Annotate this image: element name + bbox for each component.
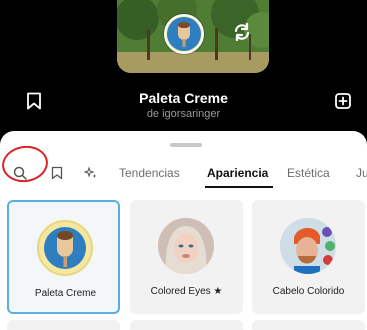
tab-apariencia[interactable]: Apariencia (207, 166, 268, 180)
tab-tendencias[interactable]: Tendencias (119, 166, 180, 180)
effect-card-label: Cabelo Colorido (272, 286, 345, 297)
effect-card-paleta-creme[interactable]: Paleta Creme (7, 200, 120, 314)
sparkle-icon[interactable] (84, 166, 98, 180)
tab-estetica[interactable]: Estética (287, 166, 330, 180)
popsicle-icon (44, 227, 86, 269)
effect-card-partial[interactable] (130, 320, 243, 330)
effect-card-colored-eyes[interactable]: Colored Eyes ★ (130, 200, 243, 314)
popsicle-icon (167, 17, 201, 51)
add-effect-icon[interactable] (333, 91, 353, 111)
effects-sheet: Tendencias Apariencia Estética Ju Paleta… (0, 131, 367, 330)
colored-eyes-thumbnail (158, 218, 214, 274)
effect-card-cabelo-colorido[interactable]: Cabelo Colorido (252, 200, 365, 314)
effect-card-label: Paleta Creme (34, 288, 97, 299)
tab-juegos[interactable]: Ju (356, 166, 367, 180)
sheet-grabber[interactable] (170, 143, 202, 147)
effect-author[interactable]: de igorsaringer (0, 108, 367, 120)
face-portrait-image (158, 218, 214, 274)
category-tabbar: Tendencias Apariencia Estética Ju (0, 159, 367, 189)
effect-name: Paleta Creme (139, 90, 228, 106)
effect-card-partial[interactable] (252, 320, 365, 330)
colorful-hair-portrait-image (280, 218, 336, 274)
effect-thumbnail[interactable] (164, 14, 204, 54)
saved-tab-bookmark-icon[interactable] (50, 166, 64, 180)
camera-area: Paleta Creme de igorsaringer (0, 0, 367, 135)
cabelo-colorido-thumbnail (280, 218, 336, 274)
active-tab-indicator (205, 186, 273, 188)
effect-card-label: Colored Eyes ★ (150, 286, 223, 297)
paleta-creme-thumbnail (37, 220, 93, 276)
effect-card-partial[interactable] (7, 320, 120, 330)
flip-camera-icon[interactable] (232, 22, 252, 42)
